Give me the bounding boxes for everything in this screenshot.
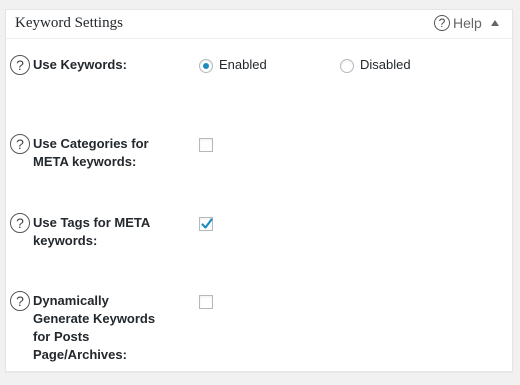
use-keywords-help-icon[interactable]: ? (10, 55, 30, 75)
dynamic-keywords-checkbox[interactable] (199, 295, 213, 309)
keywords-disabled-radio[interactable] (340, 59, 354, 73)
use-categories-checkbox[interactable] (199, 138, 213, 152)
panel-header[interactable]: Keyword Settings ? Help (6, 10, 512, 39)
dynamic-keywords-help-icon[interactable]: ? (10, 291, 30, 311)
keywords-enabled-label[interactable]: Enabled (219, 57, 267, 72)
use-categories-help-icon[interactable]: ? (10, 134, 30, 154)
help-icon: ? (434, 15, 450, 31)
use-tags-help-icon[interactable]: ? (10, 213, 30, 233)
help-toggle[interactable]: ? Help (434, 15, 482, 31)
checkmark-icon (201, 218, 213, 229)
dynamic-keywords-label: Dynamically Generate Keywords for Posts … (33, 293, 156, 362)
keywords-disabled-label[interactable]: Disabled (360, 57, 411, 72)
keyword-settings-panel: Keyword Settings ? Help ? Use Keywords: … (5, 9, 513, 372)
collapse-arrow-icon[interactable] (490, 18, 500, 28)
panel-title: Keyword Settings (15, 15, 123, 31)
help-label: Help (453, 15, 482, 31)
use-tags-label: Use Tags for META keywords: (33, 215, 150, 248)
use-categories-label: Use Categories for META keywords: (33, 136, 149, 169)
keywords-enabled-radio[interactable] (199, 59, 213, 73)
use-tags-checkbox[interactable] (199, 217, 213, 231)
use-keywords-label: Use Keywords: (33, 57, 127, 72)
